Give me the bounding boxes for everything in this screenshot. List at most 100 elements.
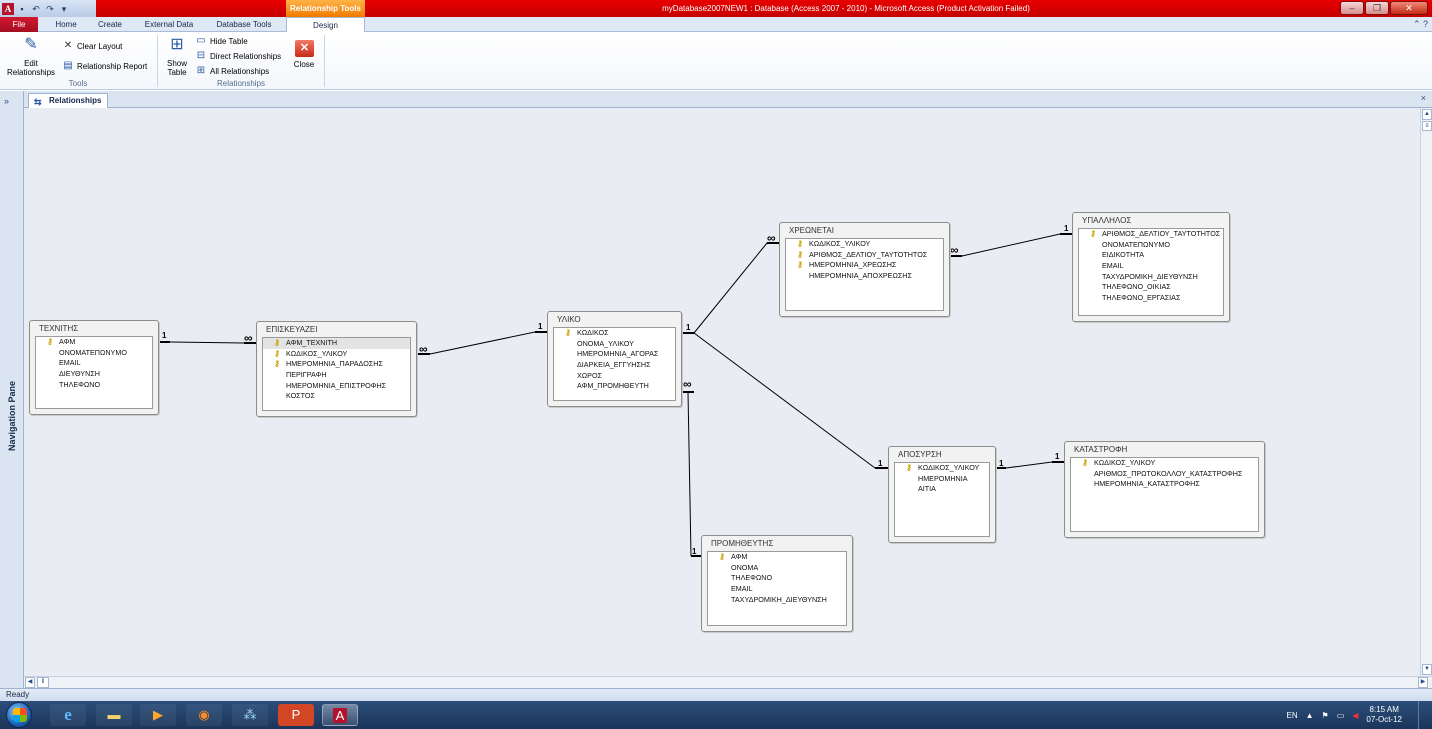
action-center-flag-icon[interactable]: ⚑ [1322,711,1329,720]
close-document-button[interactable]: × [1421,93,1426,103]
undo-icon[interactable]: ↶ [30,3,42,15]
table-title[interactable]: ΥΛΙΚΟ [548,312,681,326]
field-list[interactable]: ⚷ ΚΩΔΙΚΟΣ_ΥΛΙΚΟΥ ΗΜΕΡΟΜΗΝΙΑ ΑΙΤΙΑ [894,462,990,537]
tab-home[interactable]: Home [46,17,86,32]
navigation-pane[interactable]: » Navigation Pane [0,91,24,689]
table-field[interactable]: ΤΗΛΕΦΩΝΟ_ΟΙΚΙΑΣ [1079,282,1223,293]
field-list[interactable]: ⚷ ΚΩΔΙΚΟΣ_ΥΛΙΚΟΥ ⚷ ΑΡΙΘΜΟΣ_ΔΕΛΤΙΟΥ_ΤΑΥΤΟΤΗΤ… [785,238,944,311]
access-taskbar-icon[interactable]: A [322,704,358,726]
table-title[interactable]: ΧΡΕΩΝΕΤΑΙ [780,223,949,237]
table-title[interactable]: ΑΠΟΣΥΡΣΗ [889,447,995,461]
scroll-down-button[interactable]: ▼ [1422,664,1432,675]
table-field[interactable]: ⚷ ΚΩΔΙΚΟΣ_ΥΛΙΚΟΥ [263,349,410,360]
table-field[interactable]: ΗΜΕΡΟΜΗΝΙΑ_ΕΠΙΣΤΡΟΦΗΣ [263,381,410,392]
show-desktop-button[interactable] [1418,701,1432,729]
tab-create[interactable]: Create [90,17,130,32]
table-field[interactable]: ⚷ ΚΩΔΙΚΟΣ_ΥΛΙΚΟΥ [786,239,943,250]
firefox-icon[interactable]: ◉ [186,704,222,726]
table-technitis[interactable]: ΤΕΧΝΙΤΗΣ ⚷ ΑΦΜ ΟΝΟΜΑΤΕΠΩΝΥΜΟ EMAIL ΔΙΕΥΘΥΝΣΗ… [29,320,159,415]
nav-pane-label[interactable]: Navigation Pane [7,381,17,451]
media-player-icon[interactable]: ▶ [140,704,176,726]
table-field[interactable]: ΤΑΧΥΔΡΟΜΙΚΗ_ΔΙΕΥΘΥΝΣΗ [1079,272,1223,283]
edit-relationships-button[interactable]: Edit Relationships [2,59,60,77]
ribbon-minimize-help[interactable]: ⌃ ? [1413,17,1428,32]
table-field[interactable]: ΑΡΙΘΜΟΣ_ΠΡΩΤΟΚΟΛΛΟΥ_ΚΑΤΑΣΤΡΟΦΗΣ [1071,469,1258,480]
table-field[interactable]: ΗΜΕΡΟΜΗΝΙΑ_ΑΠΟΧΡΕΩΣΗΣ [786,271,943,282]
table-promitheftis[interactable]: ΠΡΟΜΗΘΕΥΤΗΣ ⚷ ΑΦΜ ΟΝΟΜΑ ΤΗΛΕΦΩΝΟ EMAIL ΤΑΧΥΔΡ… [701,535,853,632]
windows-explorer-icon[interactable]: ▬ [96,704,132,726]
scroll-up-button[interactable]: ▲ [1422,109,1432,120]
table-field[interactable]: ⚷ ΗΜΕΡΟΜΗΝΙΑ_ΧΡΕΩΣΗΣ [786,260,943,271]
table-title[interactable]: ΤΕΧΝΙΤΗΣ [30,321,158,335]
relationships-canvas[interactable]: 1 ∞ 1 ∞ 1 ∞ 1 ∞ 1 1 1 1 ∞ ΤΕΧΝΙΤΗΣ ⚷ ΑΦΜ Ο… [24,108,1420,676]
table-ypallilos[interactable]: ΥΠΑΛΛΗΛΟΣ ⚷ ΑΡΙΘΜΟΣ_ΔΕΛΤΙΟΥ_ΤΑΥΤΟΤΗΤΟΣ ΟΝΟ… [1072,212,1230,322]
table-field[interactable]: ⚷ ΗΜΕΡΟΜΗΝΙΑ_ΠΑΡΑΔΟΣΗΣ [263,359,410,370]
table-field[interactable]: EMAIL [708,584,846,595]
network-icon[interactable]: ⁂ [232,704,268,726]
field-list[interactable]: ⚷ ΑΦΜ_ΤΕΧΝΙΤΗ ⚷ ΚΩΔΙΚΟΣ_ΥΛΙΚΟΥ ⚷ ΗΜΕΡΟΜΗΝΙΑ_Π… [262,337,411,411]
hide-table-button[interactable]: ▭ Hide Table [195,35,247,47]
table-title[interactable]: ΥΠΑΛΛΗΛΟΣ [1073,213,1229,227]
table-field[interactable]: ΤΗΛΕΦΩΝΟ [708,573,846,584]
table-field[interactable]: ΟΝΟΜΑΤΕΠΩΝΥΜΟ [1079,240,1223,251]
document-tab-relationships[interactable]: ⇆ Relationships [28,93,108,108]
table-field[interactable]: ΟΝΟΜΑ [708,563,846,574]
start-button[interactable] [6,702,32,728]
scroll-right-button[interactable]: ▶ [1418,677,1428,688]
table-field[interactable]: ΟΝΟΜΑ_ΥΛΙΚΟΥ [554,339,675,350]
minimize-button[interactable]: – [1340,1,1364,15]
table-field[interactable]: ⚷ ΑΡΙΘΜΟΣ_ΔΕΛΤΙΟΥ_ΤΑΥΤΟΤΗΤΟΣ [786,250,943,261]
table-field[interactable]: ΗΜΕΡΟΜΗΝΙΑ_ΑΓΟΡΑΣ [554,349,675,360]
table-episkevazei[interactable]: ΕΠΙΣΚΕΥΑΖΕΙ ⚷ ΑΦΜ_ΤΕΧΝΙΤΗ ⚷ ΚΩΔΙΚΟΣ_ΥΛΙΚΟΥ ⚷… [256,321,417,417]
table-field[interactable]: EMAIL [36,358,152,369]
table-field[interactable]: ΑΦΜ_ΠΡΟΜΗΘΕΥΤΗ [554,381,675,392]
table-field[interactable]: ΟΝΟΜΑΤΕΠΩΝΥΜΟ [36,348,152,359]
table-title[interactable]: ΕΠΙΣΚΕΥΑΖΕΙ [257,322,416,336]
horizontal-scrollbar[interactable]: ◀ ⦀ ▶ [24,676,1432,688]
table-title[interactable]: ΠΡΟΜΗΘΕΥΤΗΣ [702,536,852,550]
table-field[interactable]: ⚷ ΚΩΔΙΚΟΣ_ΥΛΙΚΟΥ [895,463,989,474]
nav-pane-expand-button[interactable]: » [4,96,9,106]
show-table-button[interactable]: Show Table [162,59,192,77]
language-indicator[interactable]: EN [1286,711,1297,720]
volume-icon[interactable]: ◀ [1352,711,1358,720]
save-icon[interactable]: ▪ [16,3,28,15]
scroll-thumb[interactable]: ≡ [1422,121,1432,131]
clock[interactable]: 8:15 AM 07-Oct-12 [1366,705,1402,725]
table-yliko[interactable]: ΥΛΙΚΟ ⚷ ΚΩΔΙΚΟΣ ΟΝΟΜΑ_ΥΛΙΚΟΥ ΗΜΕΡΟΜΗΝΙΑ_ΑΓΟ… [547,311,682,407]
show-hidden-icons-icon[interactable]: ▲ [1306,711,1314,720]
table-katastrofi[interactable]: ΚΑΤΑΣΤΡΟΦΗ ⚷ ΚΩΔΙΚΟΣ_ΥΛΙΚΟΥ ΑΡΙΘΜΟΣ_ΠΡΩΤΟΚ… [1064,441,1265,538]
table-field[interactable]: ΔΙΑΡΚΕΙΑ_ΕΓΓΥΗΣΗΣ [554,360,675,371]
direct-relationships-button[interactable]: ⊟ Direct Relationships [195,50,281,62]
table-field[interactable]: ΗΜΕΡΟΜΗΝΙΑ [895,474,989,485]
powerpoint-icon[interactable]: P [278,704,314,726]
table-field[interactable]: ΤΗΛΕΦΩΝΟ [36,380,152,391]
table-field[interactable]: ⚷ ΑΦΜ [708,552,846,563]
table-field[interactable]: ⚷ ΑΡΙΘΜΟΣ_ΔΕΛΤΙΟΥ_ΤΑΥΤΟΤΗΤΟΣ [1079,229,1223,240]
scroll-thumb[interactable]: ⦀ [37,677,49,688]
table-xreonetai[interactable]: ΧΡΕΩΝΕΤΑΙ ⚷ ΚΩΔΙΚΟΣ_ΥΛΙΚΟΥ ⚷ ΑΡΙΘΜΟΣ_ΔΕΛΤΙΟ… [779,222,950,317]
all-relationships-button[interactable]: ⊞ All Relationships [195,65,269,77]
table-field[interactable]: ⚷ ΑΦΜ [36,337,152,348]
table-field[interactable]: ΤΗΛΕΦΩΝΟ_ΕΡΓΑΣΙΑΣ [1079,293,1223,304]
table-field[interactable]: ΔΙΕΥΘΥΝΣΗ [36,369,152,380]
table-field[interactable]: ΠΕΡΙΓΡΑΦΗ [263,370,410,381]
table-field[interactable]: ΑΙΤΙΑ [895,484,989,495]
access-app-icon[interactable]: A [2,2,14,15]
field-list[interactable]: ⚷ ΑΦΜ ΟΝΟΜΑΤΕΠΩΝΥΜΟ EMAIL ΔΙΕΥΘΥΝΣΗ ΤΗΛΕΦΩΝΟ [35,336,153,409]
close-window-button[interactable]: ✕ [1390,1,1428,15]
table-aposyrsi[interactable]: ΑΠΟΣΥΡΣΗ ⚷ ΚΩΔΙΚΟΣ_ΥΛΙΚΟΥ ΗΜΕΡΟΜΗΝΙΑ ΑΙΤΙΑ [888,446,996,543]
internet-explorer-icon[interactable]: e [50,704,86,726]
tab-design[interactable]: Design [286,17,365,33]
table-field[interactable]: ⚷ ΚΩΔΙΚΟΣ [554,328,675,339]
table-field[interactable]: ΕΙΔΙΚΟΤΗΤΑ [1079,250,1223,261]
tab-database-tools[interactable]: Database Tools [206,17,282,32]
clear-layout-button[interactable]: ✕ Clear Layout [62,40,123,52]
relationship-report-button[interactable]: ▤ Relationship Report [62,60,147,72]
network-tray-icon[interactable]: ▭ [1337,711,1345,720]
table-field[interactable]: ΚΟΣΤΟΣ [263,391,410,402]
close-relationships-button[interactable]: Close [290,60,318,69]
table-field[interactable]: ΗΜΕΡΟΜΗΝΙΑ_ΚΑΤΑΣΤΡΟΦΗΣ [1071,479,1258,490]
table-field[interactable]: EMAIL [1079,261,1223,272]
scroll-left-button[interactable]: ◀ [25,677,35,688]
